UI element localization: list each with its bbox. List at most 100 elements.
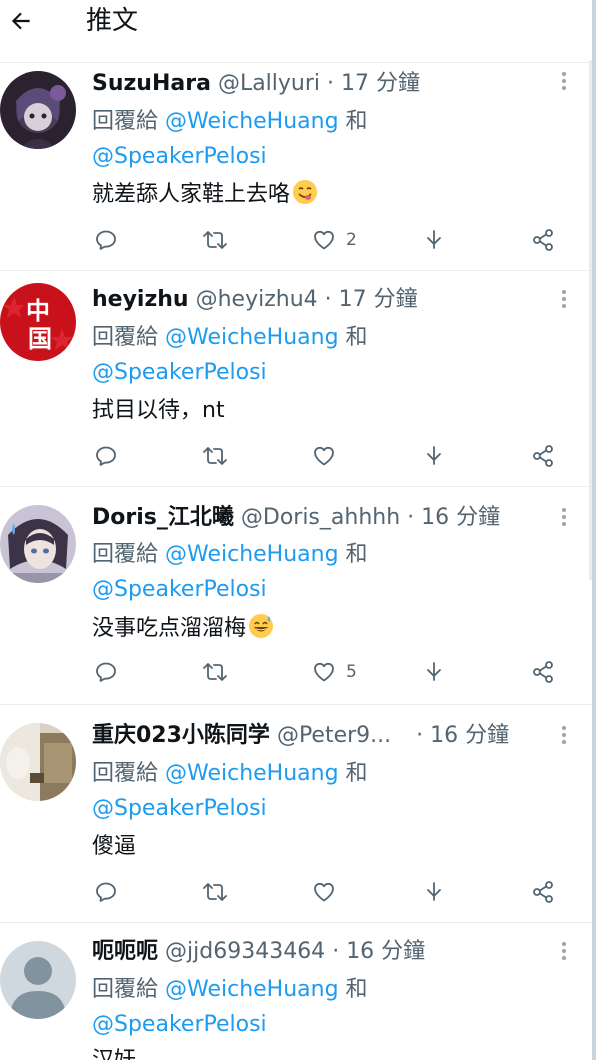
mention-link[interactable]: @SpeakerPelosi: [92, 360, 267, 385]
share-button[interactable]: [530, 657, 556, 687]
share-button[interactable]: [530, 225, 556, 255]
download-button[interactable]: [422, 877, 446, 907]
mention-link[interactable]: @SpeakerPelosi: [92, 144, 267, 169]
display-name[interactable]: SuzuHara: [92, 71, 211, 96]
like-button[interactable]: 2: [312, 225, 357, 255]
svg-text:中: 中: [26, 296, 50, 325]
comment-icon: [96, 230, 116, 250]
avatar[interactable]: [0, 723, 76, 801]
timestamp[interactable]: 16 分鐘: [421, 505, 500, 530]
tweet[interactable]: 中 国 heyizhu @heyizhu4 · 17 分鐘 回覆給 @Weich…: [0, 270, 592, 486]
download-icon: [427, 230, 441, 249]
comment-icon: [96, 446, 116, 466]
user-handle[interactable]: @jjd69343464: [165, 939, 325, 964]
tweet-header: Doris_江北曦 @Doris_ahhhh · 16 分鐘: [92, 503, 500, 533]
user-handle[interactable]: @Peter9...: [277, 723, 391, 748]
mention-link[interactable]: @WeicheHuang: [165, 977, 339, 1002]
reply-button[interactable]: [94, 225, 118, 255]
download-icon: [427, 662, 441, 681]
mention-link[interactable]: @SpeakerPelosi: [92, 796, 267, 821]
tweet-header: 重庆023小陈同学 @Peter9... · 16 分鐘: [92, 721, 509, 751]
user-handle[interactable]: @Lallyuri: [218, 71, 320, 96]
more-options-button[interactable]: [558, 287, 570, 311]
reply-context: 回覆給 @WeicheHuang 和 @SpeakerPelosi: [92, 325, 368, 385]
tweet-text-wrap: 傻逼: [92, 831, 136, 863]
more-vertical-icon: [562, 290, 566, 294]
tweet-text: 汉奸: [92, 1048, 136, 1060]
mention-link[interactable]: @WeicheHuang: [165, 109, 339, 134]
more-options-button[interactable]: [558, 939, 570, 963]
timestamp[interactable]: 16 分鐘: [430, 723, 509, 748]
reply-context: 回覆給 @WeicheHuang 和 @SpeakerPelosi: [92, 977, 368, 1037]
more-options-button[interactable]: [558, 69, 570, 93]
display-name[interactable]: 重庆023小陈同学: [92, 723, 270, 748]
display-name[interactable]: heyizhu: [92, 287, 189, 312]
more-vertical-icon: [562, 726, 566, 730]
tweet-text: 就差舔人家鞋上去咯: [92, 182, 291, 207]
avatar[interactable]: [0, 941, 76, 1019]
like-count: 5: [346, 662, 357, 682]
tweet-actions: [94, 441, 564, 471]
timestamp[interactable]: 17 分鐘: [341, 71, 420, 96]
user-handle[interactable]: @heyizhu4: [196, 287, 318, 312]
download-button[interactable]: [422, 441, 446, 471]
retweet-button[interactable]: [202, 441, 228, 471]
like-button[interactable]: [312, 441, 346, 471]
more-options-button[interactable]: [558, 505, 570, 529]
heart-icon: [314, 230, 334, 250]
separator-dot: ·: [416, 723, 424, 748]
retweet-button[interactable]: [202, 225, 228, 255]
comment-icon: [96, 662, 116, 682]
download-button[interactable]: [422, 225, 446, 255]
avatar[interactable]: 中 国: [0, 283, 76, 361]
yum-emoji-icon: [293, 180, 318, 204]
share-button[interactable]: [530, 441, 556, 471]
separator-dot: ·: [332, 939, 340, 964]
tweet-header: SuzuHara @Lallyuri · 17 分鐘: [92, 69, 420, 99]
page-title: 推文: [86, 6, 139, 36]
retweet-button[interactable]: [202, 657, 228, 687]
reply-context: 回覆給 @WeicheHuang 和 @SpeakerPelosi: [92, 109, 368, 169]
tweet[interactable]: SuzuHara @Lallyuri · 17 分鐘 回覆給 @WeicheHu…: [0, 62, 592, 270]
more-vertical-icon: [562, 508, 566, 512]
mention-link[interactable]: @SpeakerPelosi: [92, 1012, 267, 1037]
avatar[interactable]: [0, 505, 76, 583]
more-vertical-icon: [562, 942, 566, 946]
download-button[interactable]: [422, 657, 446, 687]
tweet[interactable]: Doris_江北曦 @Doris_ahhhh · 16 分鐘 回覆給 @Weic…: [0, 486, 592, 704]
avatar[interactable]: [0, 71, 76, 149]
like-button[interactable]: 5: [312, 657, 357, 687]
back-button[interactable]: [6, 6, 36, 36]
tweet[interactable]: 呃呃呃 @jjd69343464 · 16 分鐘 回覆給 @WeicheHuan…: [0, 922, 592, 1060]
timestamp[interactable]: 17 分鐘: [339, 287, 418, 312]
comment-icon: [96, 882, 116, 902]
retweet-icon: [203, 663, 227, 681]
download-icon: [427, 446, 441, 465]
tweet-text-wrap: 就差舔人家鞋上去咯: [92, 179, 318, 211]
more-options-button[interactable]: [558, 723, 570, 747]
reply-button[interactable]: [94, 441, 118, 471]
display-name[interactable]: 呃呃呃: [92, 939, 158, 964]
scrollbar-edge: [589, 0, 596, 1060]
reply-button[interactable]: [94, 657, 118, 687]
share-icon: [533, 881, 553, 903]
share-icon: [533, 661, 553, 683]
reply-button[interactable]: [94, 877, 118, 907]
tweet-text-wrap: 汉奸: [92, 1045, 136, 1060]
mention-link[interactable]: @WeicheHuang: [165, 761, 339, 786]
mention-link[interactable]: @WeicheHuang: [165, 542, 339, 567]
display-name[interactable]: Doris_江北曦: [92, 505, 234, 530]
tweet[interactable]: 重庆023小陈同学 @Peter9... · 16 分鐘 回覆給 @Weiche…: [0, 704, 592, 922]
retweet-button[interactable]: [202, 877, 228, 907]
user-handle[interactable]: @Doris_ahhhh: [241, 505, 400, 530]
timestamp[interactable]: 16 分鐘: [346, 939, 425, 964]
tweet-actions: [94, 877, 564, 907]
share-button[interactable]: [530, 877, 556, 907]
top-bar: 推文: [0, 0, 596, 50]
tweet-header: heyizhu @heyizhu4 · 17 分鐘: [92, 285, 418, 315]
like-button[interactable]: [312, 877, 346, 907]
mention-link[interactable]: @SpeakerPelosi: [92, 577, 267, 602]
tweet-header: 呃呃呃 @jjd69343464 · 16 分鐘: [92, 937, 425, 967]
heart-icon: [314, 662, 334, 682]
mention-link[interactable]: @WeicheHuang: [165, 325, 339, 350]
